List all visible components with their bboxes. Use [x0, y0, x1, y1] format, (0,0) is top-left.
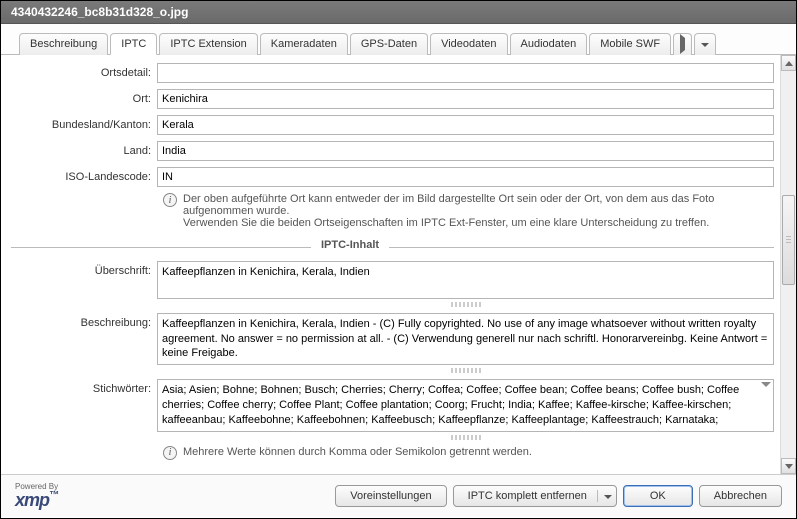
vertical-scrollbar[interactable]: [780, 55, 796, 474]
chevron-down-icon: [785, 464, 793, 469]
keywords-info-text: Mehrere Werte können durch Komma oder Se…: [183, 446, 532, 460]
location-info-text: Der oben aufgeführte Ort kann entweder d…: [183, 193, 774, 229]
chevron-down-icon: [604, 495, 612, 499]
label-land: Land:: [11, 141, 157, 157]
tab-audiodaten[interactable]: Audiodaten: [510, 33, 588, 55]
tab-kameradaten[interactable]: Kameradaten: [260, 33, 348, 55]
info-icon: i: [163, 446, 177, 460]
beschreibung-input[interactable]: [157, 313, 774, 366]
tab-videodaten[interactable]: Videodaten: [430, 33, 507, 55]
tab-mobile-swf[interactable]: Mobile SWF: [589, 33, 671, 55]
form-area: Ortsdetail: Ort: Bundesland/Kanton: Land…: [1, 55, 780, 474]
land-input[interactable]: [157, 141, 774, 161]
label-bundesland: Bundesland/Kanton:: [11, 115, 157, 131]
label-ueberschrift: Überschrift:: [11, 261, 157, 277]
scroll-down-button[interactable]: [781, 458, 796, 474]
xmp-logo: Powered By xmp™: [15, 483, 58, 509]
scroll-up-button[interactable]: [781, 55, 796, 71]
stichwoerter-input[interactable]: [157, 379, 774, 432]
ok-button[interactable]: OK: [623, 485, 693, 507]
voreinstellungen-button[interactable]: Voreinstellungen: [335, 485, 446, 507]
label-iso: ISO-Landescode:: [11, 167, 157, 183]
section-iptc-inhalt: IPTC-Inhalt: [11, 239, 774, 251]
abbrechen-button[interactable]: Abbrechen: [699, 485, 782, 507]
tab-iptc-extension[interactable]: IPTC Extension: [159, 33, 257, 55]
dialog-footer: Powered By xmp™ Voreinstellungen IPTC ko…: [1, 474, 796, 517]
label-beschreibung: Beschreibung:: [11, 313, 157, 329]
info-icon: i: [163, 193, 177, 207]
chevron-up-icon: [785, 61, 793, 66]
resize-grip[interactable]: [451, 368, 481, 373]
window-title: 4340432246_bc8b31d328_o.jpg: [1, 1, 796, 24]
label-ort: Ort:: [11, 89, 157, 105]
label-stichwoerter: Stichwörter:: [11, 379, 157, 395]
keywords-dropdown-icon[interactable]: [761, 382, 771, 387]
resize-grip[interactable]: [451, 435, 481, 440]
tab-menu-dropdown[interactable]: [694, 33, 716, 55]
chevron-right-icon: [680, 34, 685, 54]
tab-bar: Beschreibung IPTC IPTC Extension Kamerad…: [1, 24, 796, 55]
tab-iptc[interactable]: IPTC: [110, 33, 157, 55]
scroll-thumb[interactable]: [782, 195, 795, 285]
tab-beschreibung[interactable]: Beschreibung: [19, 33, 108, 55]
label-ortsdetail: Ortsdetail:: [11, 63, 157, 79]
ueberschrift-input[interactable]: [157, 261, 774, 299]
split-button-caret[interactable]: [597, 490, 612, 502]
ortsdetail-input[interactable]: [157, 63, 774, 83]
resize-grip[interactable]: [451, 302, 481, 307]
bundesland-input[interactable]: [157, 115, 774, 135]
iptc-entfernen-button[interactable]: IPTC komplett entfernen: [453, 485, 617, 507]
iso-input[interactable]: [157, 167, 774, 187]
tab-scroll-right[interactable]: [673, 33, 692, 55]
chevron-down-icon: [701, 43, 709, 47]
ort-input[interactable]: [157, 89, 774, 109]
tab-gps-daten[interactable]: GPS-Daten: [350, 33, 428, 55]
